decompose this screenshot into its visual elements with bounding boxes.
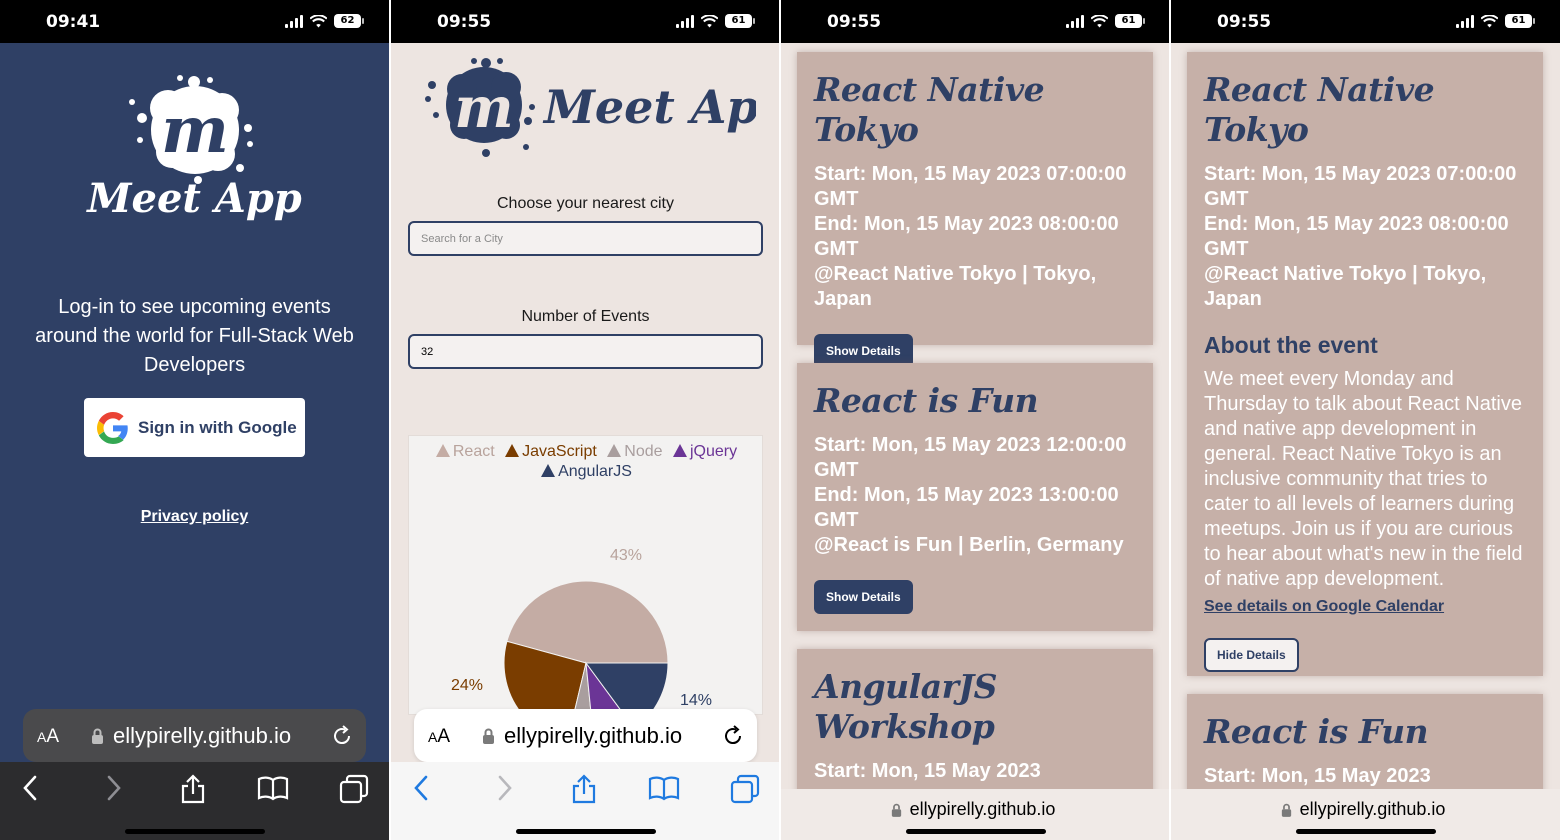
event-start: Start: Mon, 15 May 2023 07:00:00 GMT xyxy=(814,163,1127,210)
reload-icon[interactable] xyxy=(331,723,353,747)
google-icon xyxy=(97,411,128,444)
about-description: We meet every Monday and Thursday to tal… xyxy=(1204,368,1523,590)
pie-svg xyxy=(503,580,669,716)
status-bar: 09:41 62 xyxy=(0,0,389,43)
city-search-input[interactable]: Search for a City xyxy=(408,221,763,256)
signal-icon xyxy=(676,14,694,28)
show-details-button[interactable]: Show Details xyxy=(814,580,913,614)
reader-aa-button[interactable]: AA xyxy=(428,726,450,748)
signal-icon xyxy=(1066,14,1084,28)
signal-icon xyxy=(1456,14,1474,28)
event-title: React is Fun xyxy=(814,381,1039,420)
event-card: React is Fun Start: Mon, 15 May 2023 12:… xyxy=(797,363,1153,631)
genre-pie-chart: React JavaScript Node jQuery AngularJS 4… xyxy=(408,435,763,716)
bookmarks-icon[interactable] xyxy=(257,774,289,802)
event-title: React Native Tokyo xyxy=(814,70,1045,149)
home-indicator xyxy=(1296,829,1436,834)
url-text: ellypirelly.github.io xyxy=(909,799,1056,819)
pct-label-react: 43% xyxy=(610,547,643,564)
app-name: Meet App xyxy=(542,80,756,134)
pct-label-angularjs: 14% xyxy=(680,692,713,709)
status-bar: 09:55 61 xyxy=(781,0,1170,43)
lock-icon xyxy=(483,728,494,744)
event-card: React Native Tokyo Start: Mon, 15 May 20… xyxy=(797,52,1153,368)
forward-icon[interactable] xyxy=(497,774,513,802)
meet-app-logo: m Meet App xyxy=(425,58,756,157)
url-text: ellypirelly.github.io xyxy=(504,723,683,748)
event-location: @React is Fun | Berlin, Germany xyxy=(814,534,1124,556)
google-signin-button[interactable]: Sign in with Google xyxy=(84,398,305,457)
share-icon[interactable] xyxy=(180,774,206,804)
event-start: Start: Mon, 15 May 2023 12:00:00 GMT xyxy=(814,434,1127,481)
tabs-icon[interactable] xyxy=(730,774,760,804)
home-indicator xyxy=(516,829,656,834)
event-card-expanded: React Native Tokyo Start: Mon, 15 May 20… xyxy=(1187,52,1543,676)
event-location: @React Native Tokyo | Tokyo, Japan xyxy=(814,263,1097,310)
forward-icon[interactable] xyxy=(106,774,122,802)
bookmarks-icon[interactable] xyxy=(648,774,680,802)
reader-aa-button[interactable]: AA xyxy=(37,726,59,748)
address-bar[interactable]: AA ellypirelly.github.io xyxy=(23,709,366,762)
status-time: 09:41 xyxy=(46,12,101,32)
event-start: Start: Mon, 15 May 2023 07:00:00 GMT xyxy=(1204,163,1517,210)
wifi-icon xyxy=(1481,14,1498,27)
svg-text:m: m xyxy=(161,93,229,168)
battery-icon: 62 xyxy=(334,14,364,28)
google-button-label: Sign in with Google xyxy=(138,417,297,437)
event-title: React is Fun xyxy=(1204,712,1429,751)
lock-icon xyxy=(92,728,103,744)
event-title: AngularJS Workshop xyxy=(814,667,997,746)
wifi-icon xyxy=(1091,14,1108,27)
tabs-icon[interactable] xyxy=(339,774,369,804)
share-icon[interactable] xyxy=(571,774,597,804)
wifi-icon xyxy=(310,14,327,27)
event-start: Start: Mon, 15 May 2023 xyxy=(814,760,1041,782)
about-heading: About the event xyxy=(1204,332,1378,358)
status-bar: 09:55 61 xyxy=(391,0,780,43)
address-bar[interactable]: AA ellypirelly.github.io xyxy=(414,709,757,762)
status-time: 09:55 xyxy=(827,12,882,32)
events-screen: 09:55 61 React Native Tokyo Start: Mon, … xyxy=(781,0,1170,840)
status-time: 09:55 xyxy=(1217,12,1272,32)
number-of-events-input[interactable]: 32 xyxy=(408,334,763,369)
battery-icon: 61 xyxy=(1115,14,1145,28)
event-end: End: Mon, 15 May 2023 08:00:00 GMT xyxy=(1204,213,1509,260)
home-indicator xyxy=(125,829,265,834)
url-text: ellypirelly.github.io xyxy=(113,723,292,748)
event-details-screen: 09:55 61 React Native Tokyo Start: Mon, … xyxy=(1171,0,1560,840)
google-calendar-link[interactable]: See details on Google Calendar xyxy=(1204,598,1526,616)
wifi-icon xyxy=(701,14,718,27)
back-icon[interactable] xyxy=(22,774,38,802)
event-location: @React Native Tokyo | Tokyo, Japan xyxy=(1204,263,1487,310)
battery-icon: 61 xyxy=(1505,14,1535,28)
back-icon[interactable] xyxy=(413,774,429,802)
signal-icon xyxy=(285,14,303,28)
status-time: 09:55 xyxy=(437,12,492,32)
login-screen: 09:41 62 m Meet App Log-in to see upcomi… xyxy=(0,0,389,840)
status-bar: 09:55 61 xyxy=(1171,0,1560,43)
app-name: Meet App xyxy=(87,175,302,222)
city-label: Choose your nearest city xyxy=(497,195,674,212)
pct-label-javascript: 24% xyxy=(451,677,484,694)
privacy-policy-link[interactable]: Privacy policy xyxy=(0,508,389,526)
event-title: React Native Tokyo xyxy=(1204,70,1435,149)
login-description: Log-in to see upcoming events around the… xyxy=(35,296,354,376)
event-end: End: Mon, 15 May 2023 08:00:00 GMT xyxy=(814,213,1119,260)
search-screen: 09:55 61 m Meet App Choose your nearest … xyxy=(391,0,780,840)
event-end: End: Mon, 15 May 2023 13:00:00 GMT xyxy=(814,484,1119,531)
url-text: ellypirelly.github.io xyxy=(1299,799,1446,819)
events-label: Number of Events xyxy=(521,308,650,325)
event-card: AngularJS Workshop Start: Mon, 15 May 20… xyxy=(797,649,1153,809)
reload-icon[interactable] xyxy=(722,723,744,747)
home-indicator xyxy=(906,829,1046,834)
event-start: Start: Mon, 15 May 2023 xyxy=(1204,765,1431,787)
hide-details-button[interactable]: Hide Details xyxy=(1204,638,1299,672)
svg-text:m: m xyxy=(454,75,513,141)
battery-icon: 61 xyxy=(725,14,755,28)
